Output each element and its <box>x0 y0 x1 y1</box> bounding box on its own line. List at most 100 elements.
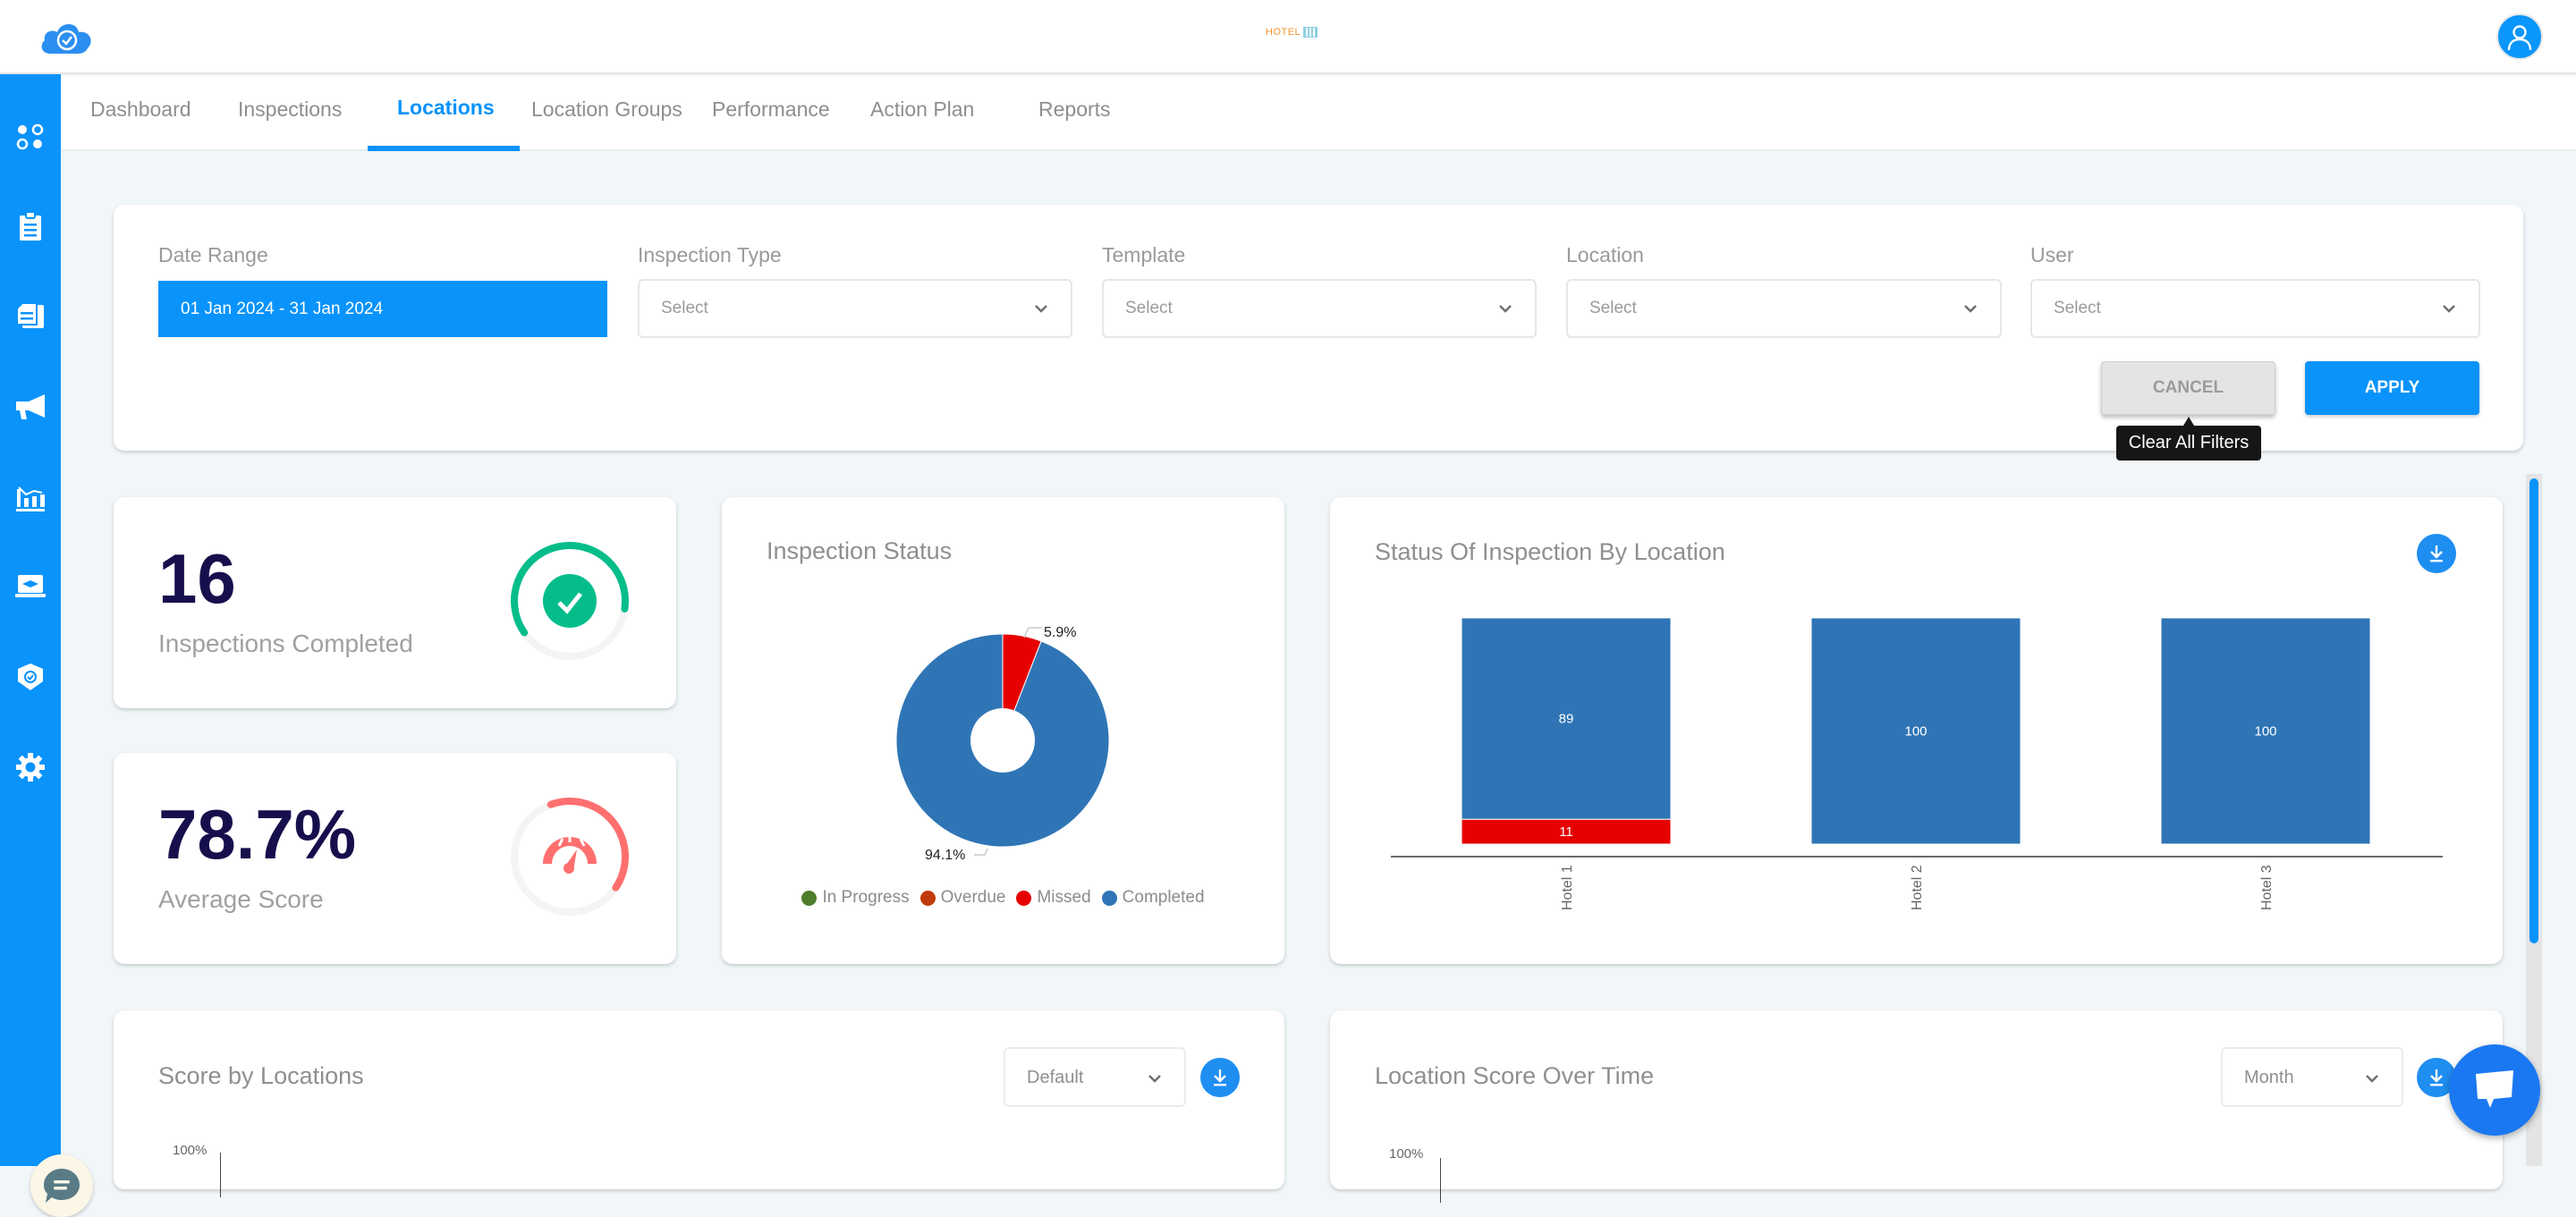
check-circle-icon <box>543 574 597 628</box>
sidebar-item-announcements[interactable] <box>13 389 48 425</box>
location-score-over-time-card: Location Score Over Time Month 100% <box>1330 1010 2503 1203</box>
completed-percent-label: 94.1% <box>925 848 965 863</box>
legend-swatch <box>1101 890 1117 906</box>
user-placeholder: Select <box>2054 299 2101 317</box>
cancel-button[interactable]: CANCEL <box>2101 361 2275 415</box>
chevron-down-icon <box>1148 1075 1161 1083</box>
chat-support-button[interactable] <box>30 1154 93 1217</box>
template-select[interactable]: Select <box>1102 279 1537 338</box>
sidebar-item-documents[interactable] <box>13 298 48 334</box>
template-placeholder: Select <box>1125 299 1173 317</box>
legend-item-missed[interactable]: Missed <box>1016 888 1091 908</box>
sidebar-item-apps[interactable] <box>13 119 48 155</box>
clear-filters-tooltip: Clear All Filters <box>2116 426 2261 461</box>
download-icon <box>2430 1069 2443 1086</box>
status-by-location-chart: 11 89 100 100 Hotel 1 Hotel 2 Hotel 3 <box>1391 617 2443 910</box>
x-tick-label: Hotel 2 <box>1910 865 1925 910</box>
score-by-locations-sort-select[interactable]: Default <box>1004 1047 1186 1107</box>
bar-data-label: 100 <box>1904 724 1927 739</box>
tab-performance[interactable]: Performance <box>712 97 830 122</box>
chat-bubble-icon <box>44 1169 80 1203</box>
download-button[interactable] <box>1200 1058 1240 1097</box>
legend-item-completed[interactable]: Completed <box>1101 888 1205 908</box>
building-icon <box>1303 27 1318 38</box>
sort-select-value: Default <box>1027 1068 1084 1087</box>
completed-leader-line <box>974 848 988 856</box>
legend-swatch <box>1016 890 1032 906</box>
score-by-locations-title: Score by Locations <box>158 1062 364 1089</box>
tab-bar: Dashboard Inspections Locations Location… <box>61 76 2576 151</box>
inspection-status-card: Inspection Status 5.9% 94.1% In Progress… <box>722 497 1284 964</box>
kpi-average-score-value: 78.7% <box>158 795 357 874</box>
date-range-picker[interactable]: 01 Jan 2024 - 31 Jan 2024 <box>158 281 607 337</box>
live-chat-button[interactable] <box>2449 1044 2540 1136</box>
hotel-logo-text: HOTEL <box>1266 27 1301 38</box>
missed-percent-label: 5.9% <box>1044 625 1076 640</box>
sidebar-item-compliance[interactable] <box>13 659 48 695</box>
y-axis-line <box>220 1153 221 1197</box>
bar-data-label: 11 <box>1559 824 1573 840</box>
active-tab-indicator <box>368 146 520 151</box>
gear-icon <box>16 753 45 782</box>
user-avatar[interactable] <box>2496 13 2543 60</box>
score-by-locations-card: Score by Locations Default 100% <box>114 1010 1284 1197</box>
legend-label: Missed <box>1037 888 1091 907</box>
cloud-check-icon[interactable] <box>38 18 97 55</box>
user-select[interactable]: Select <box>2030 279 2480 338</box>
status-by-location-card: Status Of Inspection By Location 11 89 100… <box>1330 497 2503 964</box>
filter-panel: Date Range 01 Jan 2024 - 31 Jan 2024 Ins… <box>114 205 2523 451</box>
legend-item-overdue[interactable]: Overdue <box>919 888 1005 908</box>
apply-button[interactable]: APPLY <box>2305 361 2479 415</box>
chevron-down-icon <box>1035 305 1047 313</box>
tab-inspections[interactable]: Inspections <box>238 97 342 122</box>
x-tick-label: Hotel 1 <box>1560 865 1575 910</box>
sidebar-item-settings[interactable] <box>13 749 48 785</box>
kpi-completed-value: 16 <box>158 539 236 618</box>
period-select-value: Month <box>2244 1068 2294 1087</box>
inspection-type-label: Inspection Type <box>638 243 782 266</box>
analytics-chart-icon <box>16 486 45 511</box>
chevron-down-icon <box>2443 305 2455 313</box>
x-tick-label: Hotel 3 <box>2259 865 2275 910</box>
bar-data-label: 89 <box>1559 712 1574 727</box>
tab-location-groups[interactable]: Location Groups <box>531 97 682 122</box>
sidebar-item-training[interactable] <box>13 569 48 604</box>
template-label: Template <box>1102 243 1186 266</box>
location-placeholder: Select <box>1589 299 1637 317</box>
legend-item-in-progress[interactable]: In Progress <box>801 888 910 908</box>
sidebar-item-inspections[interactable] <box>13 208 48 244</box>
legend-label: In Progress <box>822 888 910 907</box>
inspection-type-select[interactable]: Select <box>638 279 1072 338</box>
chat-message-icon <box>2476 1070 2513 1108</box>
legend-label: Completed <box>1122 888 1205 907</box>
user-icon <box>2507 25 2532 51</box>
tab-reports[interactable]: Reports <box>1038 97 1111 122</box>
inspection-status-legend: In Progress Overdue Missed Completed <box>722 888 1284 908</box>
kpi-completed-label: Inspections Completed <box>158 630 413 657</box>
sidebar-item-analytics[interactable] <box>13 479 48 515</box>
documents-icon <box>16 302 44 328</box>
y-axis-tick-100: 100% <box>1389 1146 1424 1162</box>
page-scrollbar-thumb[interactable] <box>2529 478 2538 943</box>
location-select[interactable]: Select <box>1566 279 2002 338</box>
tab-dashboard[interactable]: Dashboard <box>90 97 191 122</box>
period-select[interactable]: Month <box>2221 1047 2403 1107</box>
missed-leader-line <box>1023 627 1042 638</box>
clipboard-icon <box>20 211 41 241</box>
megaphone-icon <box>16 394 45 419</box>
apps-dots-icon <box>16 123 44 150</box>
donut-hole <box>970 708 1035 773</box>
average-score-ring <box>511 798 629 916</box>
chevron-down-icon <box>1499 305 1512 313</box>
chevron-down-icon <box>1964 305 1977 313</box>
legend-swatch <box>919 890 936 906</box>
kpi-inspections-completed: 16 Inspections Completed <box>114 497 676 708</box>
tab-action-plan[interactable]: Action Plan <box>870 97 974 122</box>
kpi-average-score-label: Average Score <box>158 885 324 913</box>
training-laptop-icon <box>15 575 46 597</box>
tab-locations[interactable]: Locations <box>397 96 495 120</box>
speedometer-icon <box>543 835 597 874</box>
user-label: User <box>2030 243 2074 266</box>
legend-swatch <box>801 890 818 906</box>
top-bar: HOTEL <box>0 0 2576 74</box>
